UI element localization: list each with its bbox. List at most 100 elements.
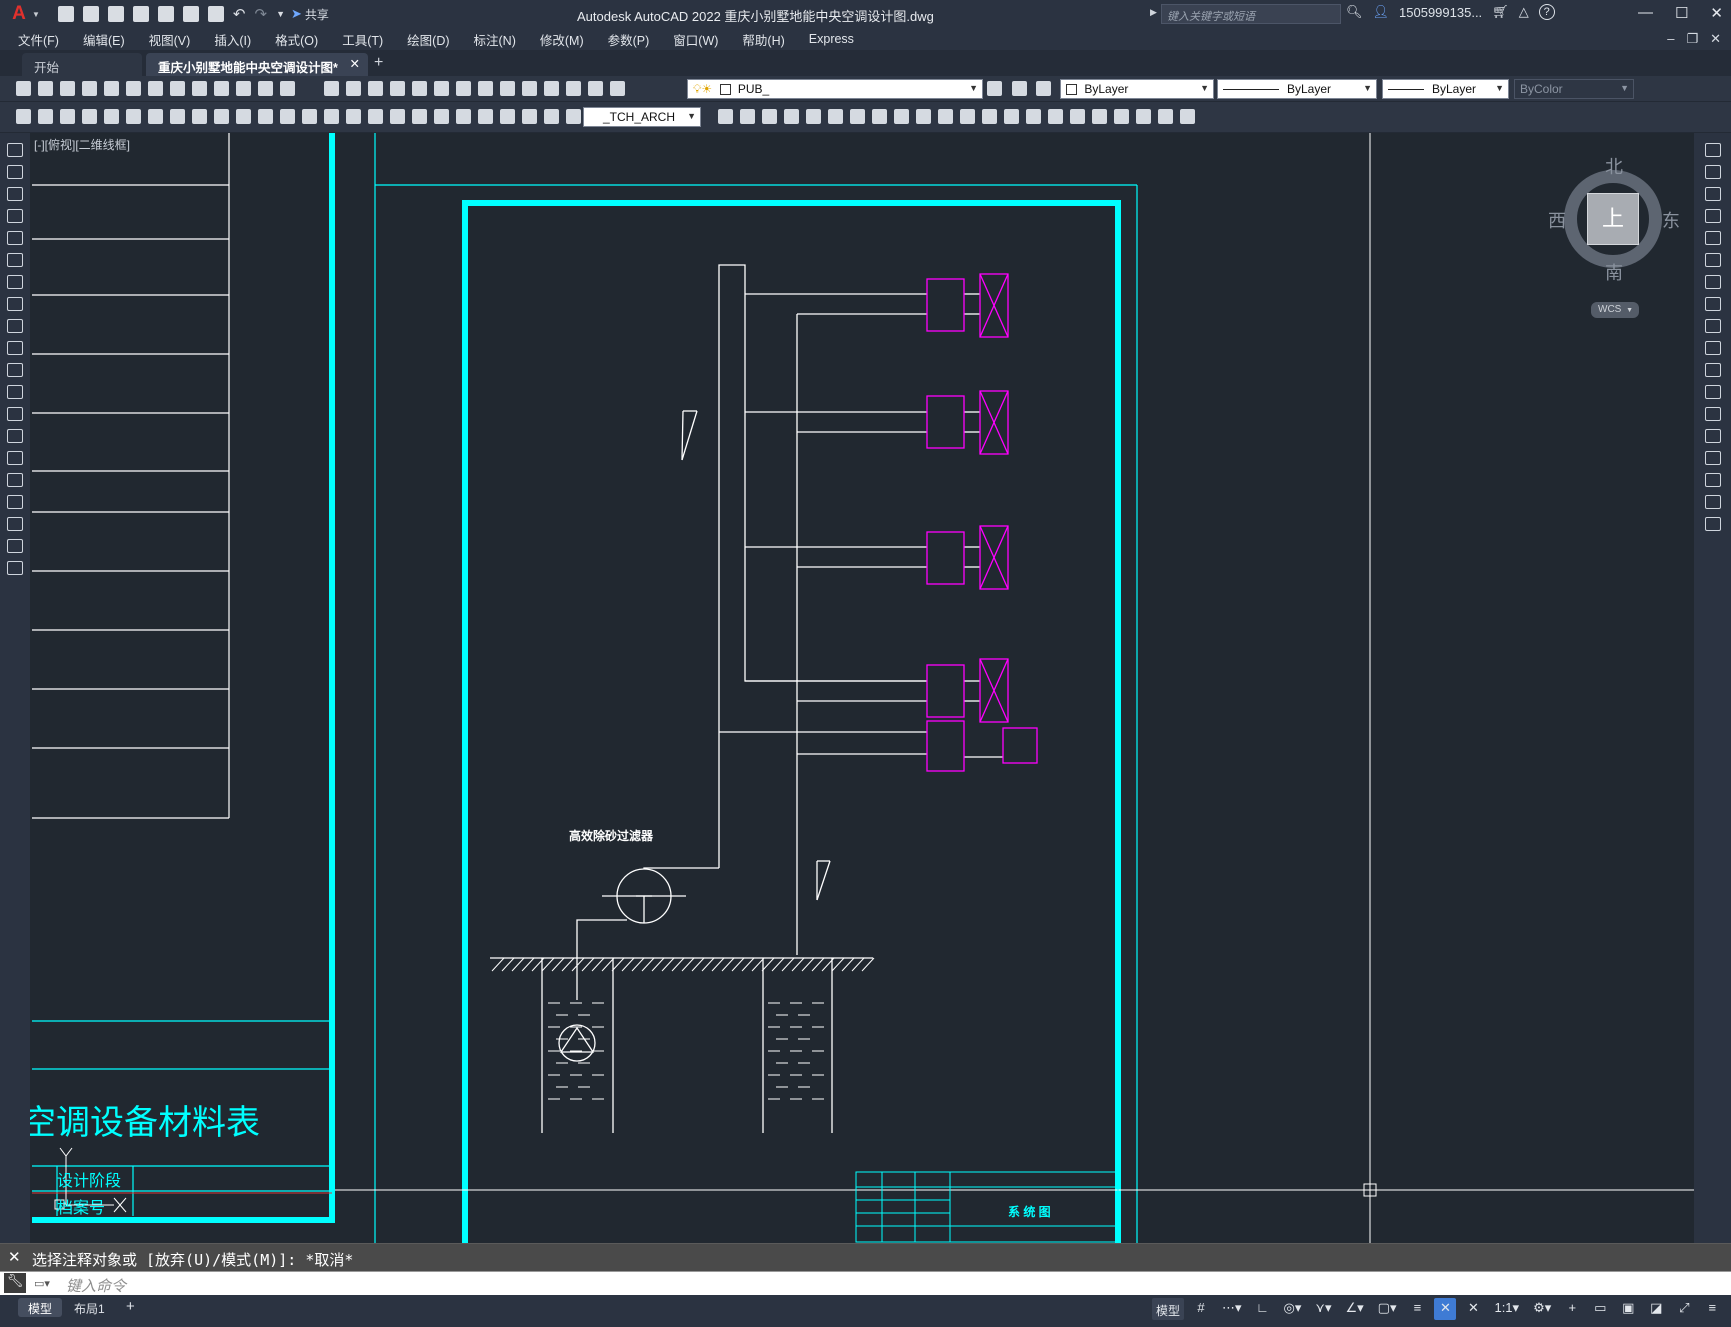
menu-parametric[interactable]: 参数(P): [608, 30, 650, 49]
toolbar-tool-icon[interactable]: [1180, 109, 1195, 124]
menu-view[interactable]: 视图(V): [149, 30, 191, 49]
toolbar-tool-icon[interactable]: [38, 81, 53, 96]
draw-tool-icon[interactable]: [7, 231, 23, 245]
draw-tool-icon[interactable]: [7, 407, 23, 421]
customization-icon[interactable]: ≡: [1701, 1298, 1723, 1320]
menu-format[interactable]: 格式(O): [275, 30, 318, 49]
draw-tool-icon[interactable]: [7, 253, 23, 267]
draw-tool-icon[interactable]: [7, 495, 23, 509]
modify-tool-icon[interactable]: [1705, 495, 1721, 509]
toolbar-tool-icon[interactable]: [390, 109, 405, 124]
draw-tool-icon[interactable]: [7, 363, 23, 377]
menu-edit[interactable]: 编辑(E): [83, 30, 125, 49]
toolbar-tool-icon[interactable]: [214, 109, 229, 124]
annotation-scale-button[interactable]: 1:1▾: [1490, 1298, 1523, 1320]
undo-icon[interactable]: ↶: [233, 5, 246, 23]
ortho-icon[interactable]: ∟: [1252, 1298, 1274, 1320]
quick-properties-icon[interactable]: ▣: [1617, 1298, 1639, 1320]
toolbar-tool-icon[interactable]: [872, 109, 887, 124]
toolbar-tool-icon[interactable]: [960, 109, 975, 124]
qat-customize-icon[interactable]: ▼: [276, 9, 285, 19]
grid-icon[interactable]: #: [1190, 1298, 1212, 1320]
toolbar-tool-icon[interactable]: [566, 109, 581, 124]
add-layout-icon[interactable]: +: [126, 1298, 135, 1315]
osnap-icon[interactable]: ▢▾: [1374, 1298, 1401, 1320]
toolbar-tool-icon[interactable]: [280, 109, 295, 124]
draw-tool-icon[interactable]: [7, 319, 23, 333]
toolbar-tool-icon[interactable]: [170, 81, 185, 96]
toolbar-tool-icon[interactable]: [148, 81, 163, 96]
toolbar-tool-icon[interactable]: [740, 109, 755, 124]
toolbar-tool-icon[interactable]: [434, 81, 449, 96]
toolbar-tool-icon[interactable]: [258, 81, 273, 96]
tab-drawing[interactable]: 重庆小别墅地能中央空调设计图* ✕: [146, 53, 368, 76]
toolbar-tool-icon[interactable]: [500, 81, 515, 96]
toolbar-tool-icon[interactable]: [1070, 109, 1085, 124]
viewcube-east[interactable]: 东: [1662, 207, 1680, 233]
toolbar-tool-icon[interactable]: [104, 81, 119, 96]
toolbar-tool-icon[interactable]: [390, 81, 405, 96]
lineweight-icon[interactable]: ≡: [1406, 1298, 1428, 1320]
tab-start[interactable]: 开始: [22, 53, 142, 76]
layer-dropdown[interactable]: 💡︎☀︎ PUB_ ▼: [687, 79, 983, 99]
toolbar-tool-icon[interactable]: [126, 109, 141, 124]
toolbar-tool-icon[interactable]: [236, 81, 251, 96]
draw-tool-icon[interactable]: [7, 341, 23, 355]
toolbar-tool-icon[interactable]: [1158, 109, 1173, 124]
toolbar-tool-icon[interactable]: [762, 109, 777, 124]
maximize-icon[interactable]: ☐: [1675, 4, 1688, 22]
draw-tool-icon[interactable]: [7, 473, 23, 487]
toolbar-tool-icon[interactable]: [324, 81, 339, 96]
viewcube-north[interactable]: 北: [1605, 153, 1623, 179]
snap-icon[interactable]: ⋯▾: [1218, 1298, 1246, 1320]
toolbar-tool-icon[interactable]: [346, 109, 361, 124]
modify-tool-icon[interactable]: [1705, 429, 1721, 443]
help-icon[interactable]: ?: [1538, 4, 1555, 20]
modify-tool-icon[interactable]: [1705, 253, 1721, 267]
draw-tool-icon[interactable]: [7, 385, 23, 399]
doc-minimize-icon[interactable]: –: [1667, 31, 1674, 47]
new-tab-icon[interactable]: +: [374, 54, 383, 72]
toolbar-tool-icon[interactable]: [60, 109, 75, 124]
toolbar-tool-icon[interactable]: [522, 109, 537, 124]
customize-command-icon[interactable]: 🔧︎: [4, 1273, 26, 1293]
toolbar-tool-icon[interactable]: [148, 109, 163, 124]
doc-close-icon[interactable]: ✕: [1710, 31, 1721, 47]
draw-tool-icon[interactable]: [7, 187, 23, 201]
app-menu-chevron-icon[interactable]: ▼: [32, 10, 40, 19]
toolbar-tool-icon[interactable]: [324, 109, 339, 124]
toolbar-tool-icon[interactable]: [302, 109, 317, 124]
new-file-icon[interactable]: [57, 6, 74, 22]
toolbar-tool-icon[interactable]: [192, 81, 207, 96]
toolbar-tool-icon[interactable]: [916, 109, 931, 124]
modify-tool-icon[interactable]: [1705, 297, 1721, 311]
share-button[interactable]: ➤ 共享: [291, 6, 329, 23]
workspace-gear-icon[interactable]: ⚙▾: [1529, 1298, 1555, 1320]
model-space-button[interactable]: 模型: [1152, 1298, 1185, 1320]
toolbar-tool-icon[interactable]: [60, 81, 75, 96]
draw-tool-icon[interactable]: [7, 561, 23, 575]
toolbar-tool-icon[interactable]: [236, 109, 251, 124]
modify-tool-icon[interactable]: [1705, 187, 1721, 201]
modify-tool-icon[interactable]: [1705, 209, 1721, 223]
toolbar-tool-icon[interactable]: [16, 109, 31, 124]
menu-express[interactable]: Express: [809, 32, 854, 46]
open-file-icon[interactable]: [82, 6, 99, 22]
close-command-line-icon[interactable]: ✕: [8, 1248, 21, 1266]
modify-tool-icon[interactable]: [1705, 517, 1721, 531]
viewcube-west[interactable]: 西: [1548, 207, 1566, 233]
search-input[interactable]: 键入关键字或短语: [1161, 4, 1341, 24]
text-style-dropdown[interactable]: _TCH_ARCH ▼: [583, 107, 701, 127]
color-dropdown[interactable]: ByLayer ▼: [1060, 79, 1214, 99]
toolbar-tool-icon[interactable]: [456, 109, 471, 124]
minimize-icon[interactable]: —: [1638, 4, 1653, 22]
modify-tool-icon[interactable]: [1705, 451, 1721, 465]
modify-tool-icon[interactable]: [1705, 165, 1721, 179]
toolbar-tool-icon[interactable]: [346, 81, 361, 96]
ucs-menu-button[interactable]: WCS ▼: [1591, 302, 1639, 318]
toolbar-tool-icon[interactable]: [1092, 109, 1107, 124]
viewcube[interactable]: 上 北 南 西 东: [1548, 153, 1680, 283]
toolbar-tool-icon[interactable]: [522, 81, 537, 96]
toolbar-tool-icon[interactable]: [784, 109, 799, 124]
toolbar-tool-icon[interactable]: [1114, 109, 1129, 124]
